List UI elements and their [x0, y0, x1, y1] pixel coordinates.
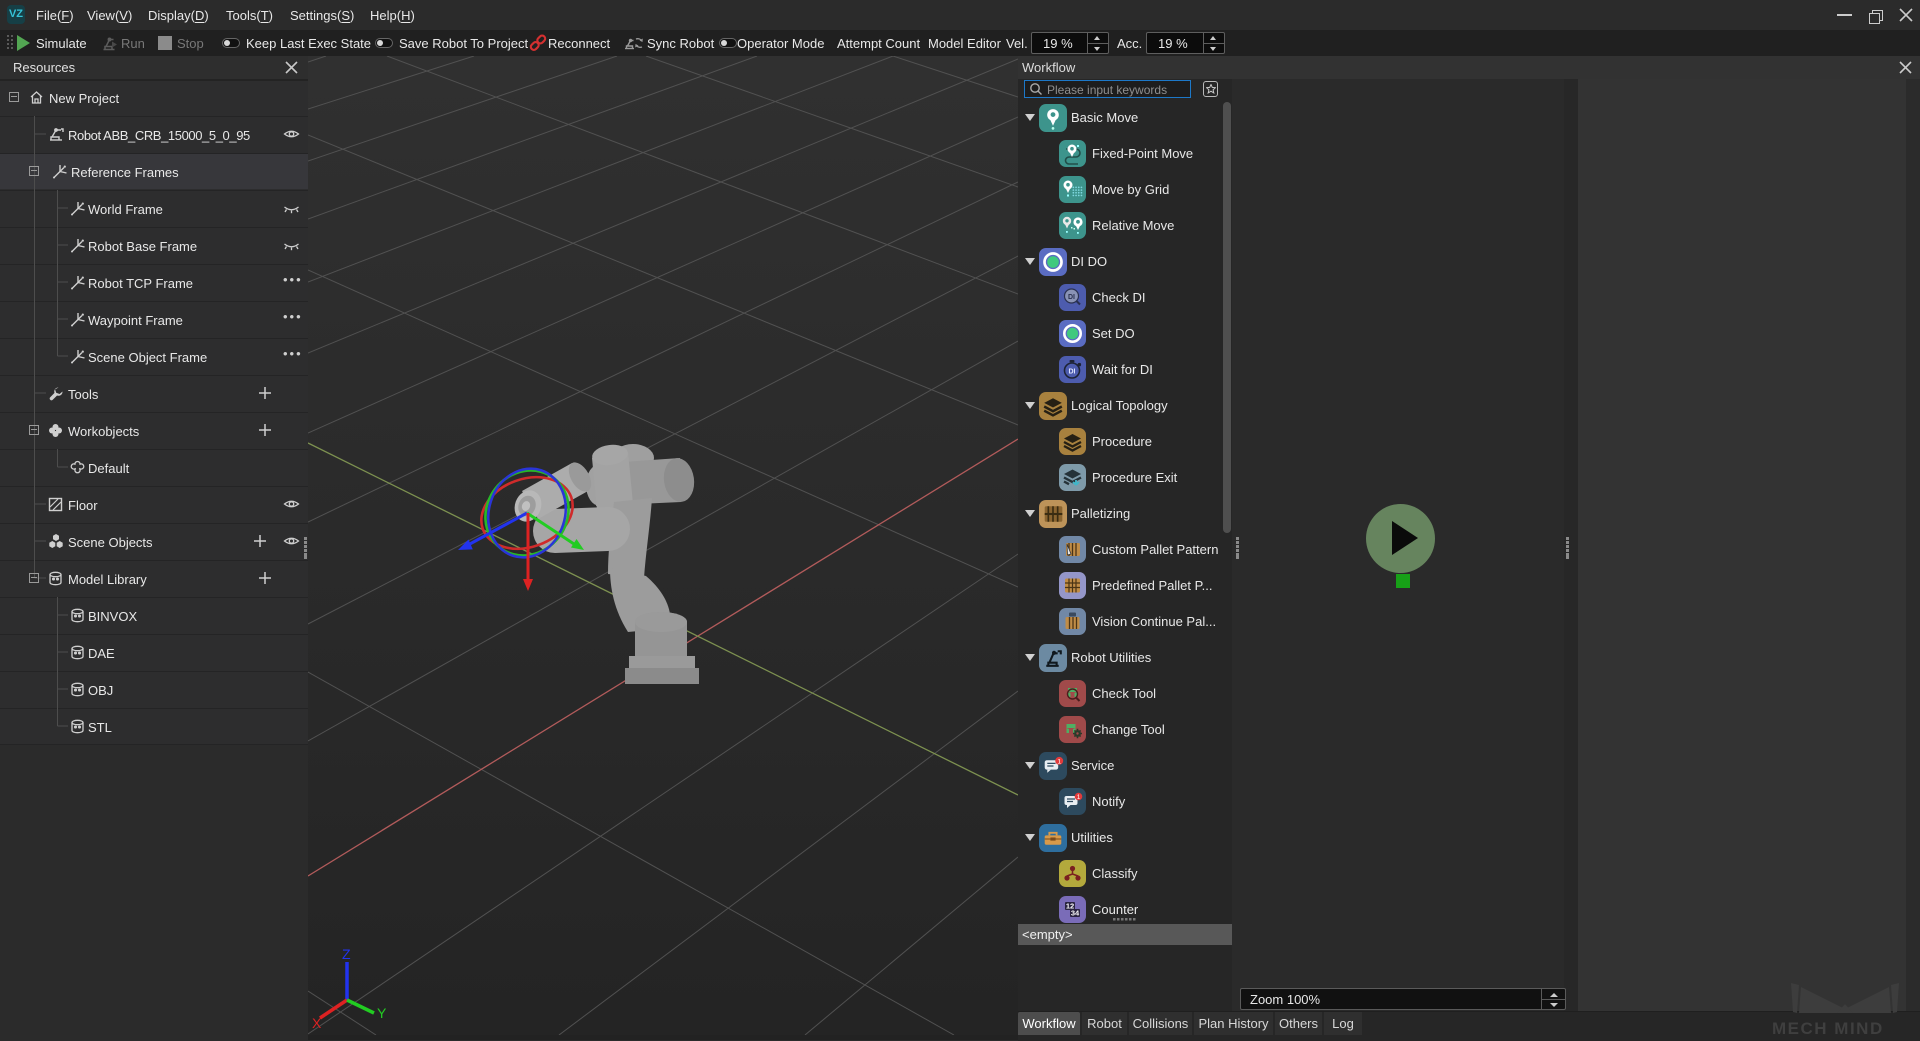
svg-text:DI: DI	[1068, 294, 1075, 301]
svg-text:34: 34	[1071, 909, 1080, 918]
svg-text:X: X	[312, 1015, 322, 1031]
svg-text:Y: Y	[377, 1005, 387, 1021]
svg-text:DI: DI	[1069, 369, 1076, 376]
svg-text:1: 1	[1077, 794, 1081, 801]
svg-text:1: 1	[1057, 758, 1061, 765]
svg-text:Z: Z	[342, 946, 351, 962]
